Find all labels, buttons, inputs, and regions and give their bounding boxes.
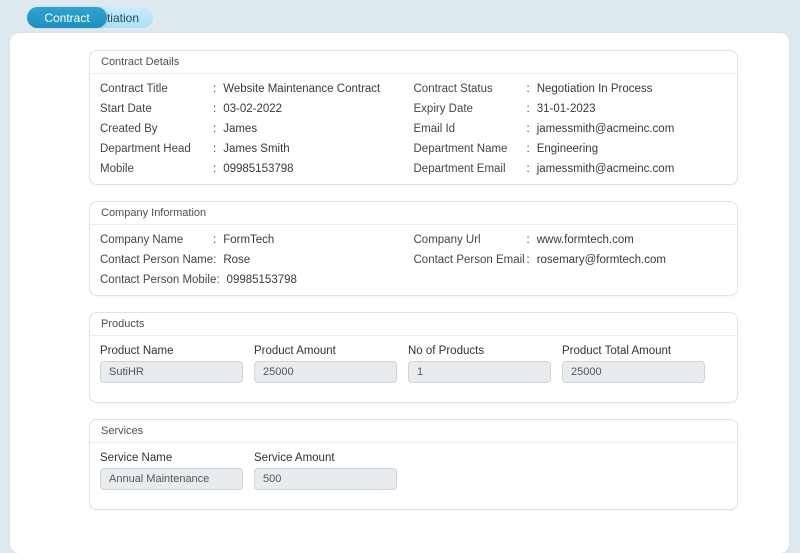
product-name-field: Product Name <box>100 345 243 383</box>
service-name-input <box>100 468 243 490</box>
product-total-amount-field: Product Total Amount <box>562 345 705 383</box>
field-contact-person-email: Contact Person Email rosemary@formtech.co… <box>414 250 728 270</box>
service-amount-input <box>254 468 397 490</box>
field-mobile: Mobile 09985153798 <box>100 159 414 179</box>
field-contact-person-mobile: Contact Person Mobile 09985153798 <box>100 270 414 290</box>
field-colon <box>213 230 216 250</box>
company-information-grid: Company Name FormTech Company Url www.form… <box>90 225 737 295</box>
product-amount-field: Product Amount <box>254 345 397 383</box>
field-expiry-date: Expiry Date 31-01-2023 <box>414 99 728 119</box>
field-label: Contract Status <box>413 83 493 95</box>
field-label: Contact Person Email <box>413 254 525 266</box>
field-colon <box>216 270 219 290</box>
field-colon <box>213 139 216 159</box>
field-colon <box>213 119 216 139</box>
field-label: Company Name <box>100 234 184 246</box>
field-colon <box>527 230 530 250</box>
field-colon <box>527 99 530 119</box>
service-amount-label: Service Amount <box>254 452 335 464</box>
field-created-by: Created By James <box>100 119 414 139</box>
content-panel: Contract Details Contract Title Website M… <box>10 33 789 553</box>
no-of-products-label: No of Products <box>408 345 485 357</box>
product-total-amount-input <box>562 361 705 383</box>
field-department-head: Department Head James Smith <box>100 139 414 159</box>
field-company-url: Company Url www.formtech.com <box>414 230 728 250</box>
field-label: Mobile <box>100 163 134 175</box>
field-contact-person-name: Contact Person Name Rose <box>100 250 414 270</box>
product-total-amount-label: Product Total Amount <box>562 345 672 357</box>
section-company-information: Company Information Company Name FormTech… <box>89 201 738 296</box>
field-value: 31-01-2023 <box>536 103 596 115</box>
section-title: Products <box>90 313 737 336</box>
field-contract-status: Contract Status Negotiation In Process <box>414 79 728 99</box>
field-value: James <box>223 123 258 135</box>
products-grid: Product Name Product Amount No of Produc… <box>90 336 737 402</box>
field-colon <box>527 79 530 99</box>
product-name-input <box>100 361 243 383</box>
service-name-field: Service Name <box>100 452 243 490</box>
field-colon <box>213 79 216 99</box>
field-value: Negotiation In Process <box>536 83 653 95</box>
field-label: Contact Person Name <box>100 254 214 266</box>
contract-details-grid: Contract Title Website Maintenance Contra… <box>90 74 737 184</box>
field-colon <box>527 119 530 139</box>
no-of-products-field: No of Products <box>408 345 551 383</box>
field-department-name: Department Name Engineering <box>414 139 728 159</box>
field-value: James Smith <box>223 143 290 155</box>
field-label: Contact Person Mobile <box>100 274 217 286</box>
section-title: Services <box>90 420 737 443</box>
field-department-email: Department Email jamessmith@acmeinc.com <box>414 159 728 179</box>
field-colon <box>213 159 216 179</box>
field-label: Department Head <box>100 143 191 155</box>
field-contract-title: Contract Title Website Maintenance Contra… <box>100 79 414 99</box>
service-amount-field: Service Amount <box>254 452 397 490</box>
no-of-products-input <box>408 361 551 383</box>
services-grid: Service Name Service Amount <box>90 443 737 509</box>
section-title: Company Information <box>90 202 737 225</box>
field-label: Created By <box>100 123 158 135</box>
field-colon <box>527 139 530 159</box>
cards-wrapper: Contract Details Contract Title Website M… <box>10 33 789 510</box>
field-label: Company Url <box>413 234 481 246</box>
contract-view-page: { "tabs": { "contract": { "label": "Cont… <box>0 0 800 553</box>
section-contract-details: Contract Details Contract Title Website M… <box>89 50 738 185</box>
field-value: 09985153798 <box>223 163 294 175</box>
section-products: Products Product Name Product Amount No … <box>89 312 738 403</box>
field-value: 09985153798 <box>226 274 297 286</box>
section-title: Contract Details <box>90 51 737 74</box>
field-value: Website Maintenance Contract <box>223 83 381 95</box>
product-amount-input <box>254 361 397 383</box>
field-email-id: Email Id jamessmith@acmeinc.com <box>414 119 728 139</box>
field-value: jamessmith@acmeinc.com <box>536 123 675 135</box>
field-value: FormTech <box>223 234 275 246</box>
field-label: Email Id <box>413 123 456 135</box>
tab-contract-label: Contract <box>44 10 90 25</box>
field-label: Department Email <box>413 163 506 175</box>
field-colon <box>527 159 530 179</box>
field-label: Start Date <box>100 103 152 115</box>
product-name-label: Product Name <box>100 345 174 357</box>
field-value: rosemary@formtech.com <box>536 254 666 266</box>
field-value: 03-02-2022 <box>223 103 283 115</box>
field-colon <box>213 99 216 119</box>
field-company-name: Company Name FormTech <box>100 230 414 250</box>
field-value: Engineering <box>536 143 599 155</box>
field-label: Contract Title <box>100 83 168 95</box>
field-value: jamessmith@acmeinc.com <box>536 163 675 175</box>
field-start-date: Start Date 03-02-2022 <box>100 99 414 119</box>
field-value: www.formtech.com <box>536 234 634 246</box>
tab-bar: Negotiation Contract <box>0 0 800 33</box>
product-amount-label: Product Amount <box>254 345 336 357</box>
tab-contract[interactable]: Contract <box>27 7 107 28</box>
field-label: Department Name <box>413 143 508 155</box>
service-name-label: Service Name <box>100 452 173 464</box>
field-label: Expiry Date <box>413 103 473 115</box>
field-colon <box>527 250 530 270</box>
section-services: Services Service Name Service Amount <box>89 419 738 510</box>
field-colon <box>213 250 216 270</box>
field-value: Rose <box>223 254 251 266</box>
